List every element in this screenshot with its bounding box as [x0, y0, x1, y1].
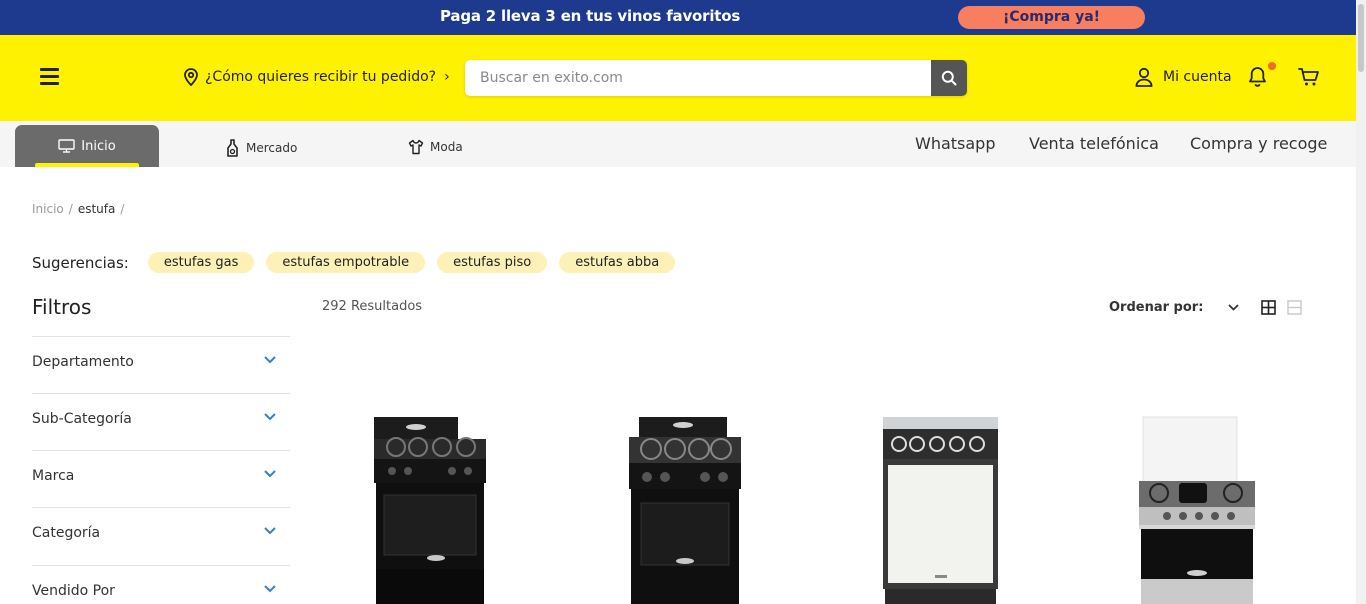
breadcrumb-current: estufa: [77, 202, 116, 216]
nav-link-whatsapp[interactable]: Whatsapp: [915, 134, 996, 153]
cart-icon[interactable]: [1298, 67, 1320, 87]
filter-label: Marca: [32, 468, 75, 484]
breadcrumb-inicio[interactable]: Inicio: [32, 202, 64, 216]
category-nav: Inicio Mercado Moda Whatsapp Venta telef…: [0, 121, 1356, 167]
filter-sub-categoria[interactable]: Sub-Categoría: [32, 393, 290, 450]
account-label: Mi cuenta: [1163, 69, 1232, 85]
filter-label: Vendido Por: [32, 583, 115, 599]
location-pin-icon: [184, 68, 198, 86]
chevron-right-icon: ›: [444, 69, 450, 85]
product-image[interactable]: [1137, 415, 1257, 604]
promo-text[interactable]: Paga 2 lleva 3 en tus vinos favoritos: [440, 7, 740, 25]
suggestion-chip[interactable]: estufas piso: [437, 252, 548, 273]
suggestion-chip[interactable]: estufas gas: [147, 252, 255, 273]
account-link[interactable]: Mi cuenta: [1134, 67, 1232, 87]
suggestions-row: Sugerencias: estufas gas estufas empotra…: [32, 252, 687, 273]
scrollbar-thumb[interactable]: [1358, 4, 1364, 72]
filter-label: Departamento: [32, 354, 134, 370]
search-bar: [465, 60, 967, 96]
filter-vendido-por[interactable]: Vendido Por: [32, 565, 290, 604]
suggestion-chip[interactable]: estufas empotrable: [266, 252, 426, 273]
active-tab-indicator: [35, 163, 139, 167]
breadcrumb: Inicio / estufa /: [32, 202, 125, 216]
delivery-selector[interactable]: ¿Cómo quieres recibir tu pedido? ›: [183, 68, 450, 86]
delivery-label: ¿Cómo quieres recibir tu pedido?: [205, 69, 437, 85]
filter-categoria[interactable]: Categoría: [32, 507, 290, 564]
results-count: 292 Resultados: [322, 299, 423, 314]
monitor-icon: [58, 139, 75, 153]
tab-mercado[interactable]: Mercado: [226, 139, 297, 157]
filter-departamento[interactable]: Departamento: [32, 336, 290, 393]
chevron-down-icon: [264, 356, 276, 364]
main-header: ¿Cómo quieres recibir tu pedido? › Mi cu…: [0, 35, 1356, 121]
promo-cta-button[interactable]: ¡Compra ya!: [958, 6, 1145, 29]
sort-dropdown[interactable]: Ordenar por:: [1109, 300, 1240, 315]
grid-view-icon[interactable]: [1261, 300, 1276, 315]
tab-inicio-label: Inicio: [81, 138, 116, 154]
nav-link-compra-y-recoge[interactable]: Compra y recoge: [1190, 134, 1327, 153]
chevron-down-icon: [264, 527, 276, 535]
tab-mercado-label: Mercado: [246, 141, 298, 155]
product-image[interactable]: [370, 415, 488, 604]
menu-icon[interactable]: [40, 68, 59, 86]
search-button[interactable]: [931, 60, 967, 96]
shirt-icon: [408, 139, 424, 155]
chevron-down-icon: [1228, 304, 1240, 311]
filter-marca[interactable]: Marca: [32, 450, 290, 507]
sort-label: Ordenar por:: [1109, 300, 1204, 315]
suggestion-chip[interactable]: estufas abba: [559, 252, 676, 273]
notification-dot: [1268, 62, 1276, 70]
search-icon: [941, 70, 957, 86]
chevron-down-icon: [264, 413, 276, 421]
product-image[interactable]: [627, 415, 743, 604]
filter-label: Sub-Categoría: [32, 411, 132, 427]
tab-moda[interactable]: Moda: [408, 139, 463, 155]
filters-title: Filtros: [32, 295, 92, 319]
bottle-icon: [227, 139, 238, 157]
tab-moda-label: Moda: [430, 140, 463, 154]
page-scrollbar[interactable]: [1356, 0, 1366, 604]
bell-icon[interactable]: [1247, 66, 1268, 88]
promo-bar: Paga 2 lleva 3 en tus vinos favoritos ¡C…: [0, 0, 1356, 35]
product-image[interactable]: [881, 415, 1000, 604]
chevron-down-icon: [264, 585, 276, 593]
suggestions-label: Sugerencias:: [32, 253, 129, 272]
list-view-icon[interactable]: [1287, 300, 1302, 315]
tab-inicio[interactable]: Inicio: [15, 125, 159, 167]
user-icon: [1135, 67, 1153, 87]
search-input[interactable]: [465, 60, 931, 96]
filter-label: Categoría: [32, 525, 101, 541]
chevron-down-icon: [264, 470, 276, 478]
nav-link-venta-telefonica[interactable]: Venta telefónica: [1029, 134, 1159, 153]
